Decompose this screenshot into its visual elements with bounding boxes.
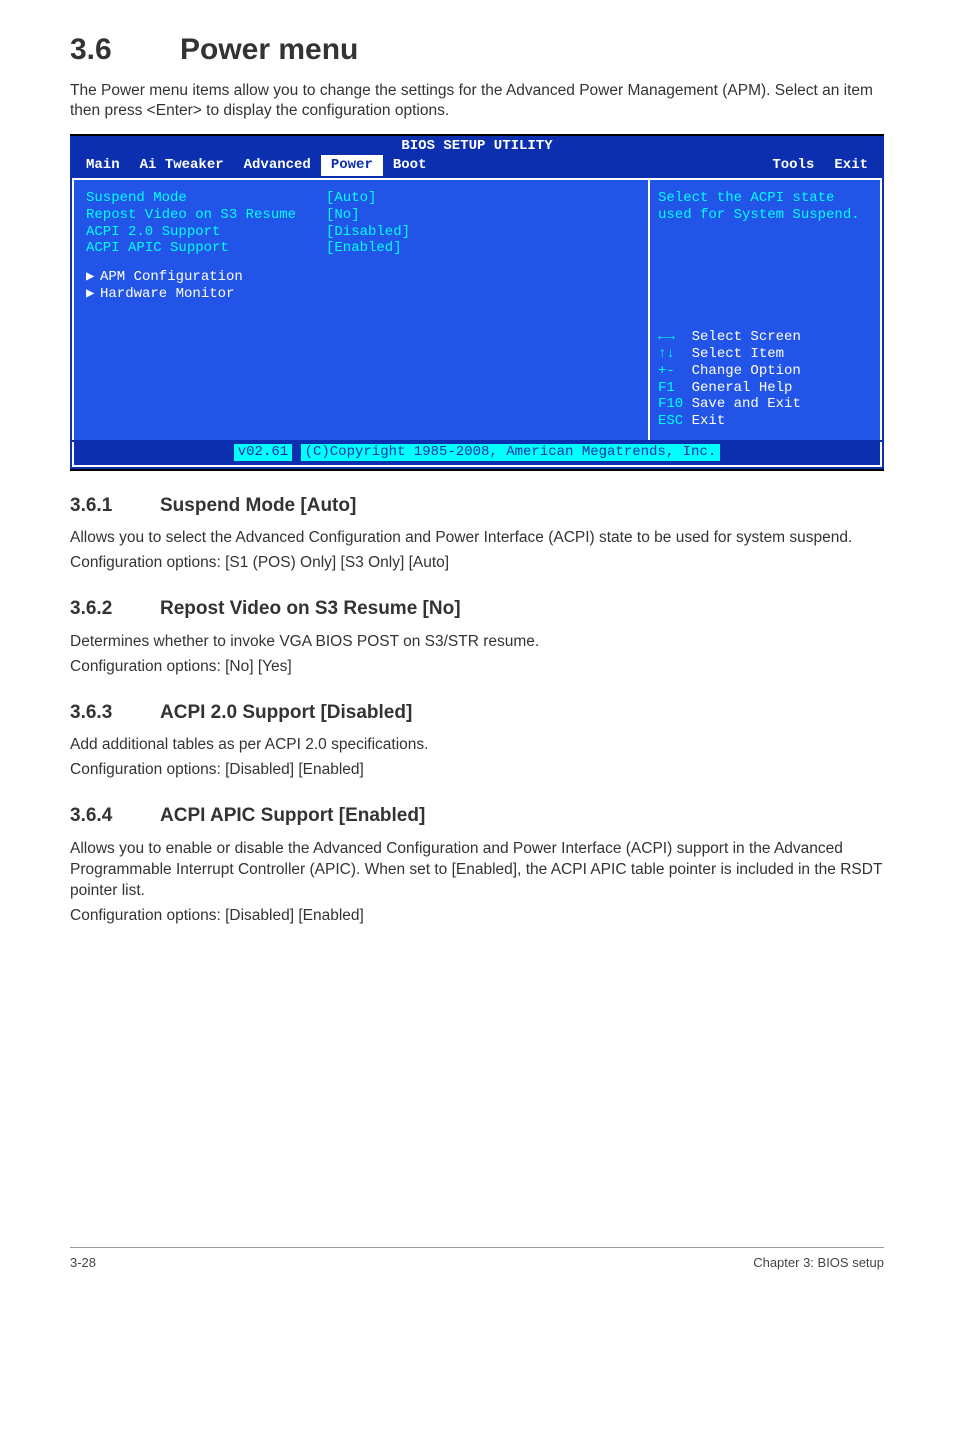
nav-label: General Help [683,380,792,396]
nav-keys: ←→ Select Screen ↑↓ Select Item +- Chang… [658,329,872,430]
nav-row: F10 Save and Exit [658,396,872,413]
subsection-heading: 3.6.2Repost Video on S3 Resume [No] [70,596,884,622]
nav-key: F1 [658,380,675,396]
nav-row: ESC Exit [658,413,872,430]
subsection-text: Determines whether to invoke VGA BIOS PO… [70,632,884,653]
menu-main[interactable]: Main [76,155,130,176]
setting-value: [No] [326,207,360,224]
nav-label: Change Option [683,363,801,379]
setting-row[interactable]: ACPI APIC Support [Enabled] [86,240,636,257]
section-number: 3.6 [70,30,180,71]
subsection-number: 3.6.3 [70,700,160,726]
setting-value: [Enabled] [326,240,402,257]
nav-label: Select Screen [692,329,801,345]
subsection-title: Repost Video on S3 Resume [No] [160,598,461,619]
bios-version: v02.61 [234,444,292,461]
bios-footer: v02.61 (C)Copyright 1985-2008, American … [72,442,882,467]
menu-power[interactable]: Power [321,155,383,176]
nav-row: +- Change Option [658,363,872,380]
nav-label: Select Item [692,346,784,362]
subsection-text: Allows you to select the Advanced Config… [70,528,884,549]
subsection-options: Configuration options: [Disabled] [Enabl… [70,760,884,781]
setting-label: Suspend Mode [86,190,326,207]
submenu-label: APM Configuration [100,269,243,286]
subsection-heading: 3.6.4ACPI APIC Support [Enabled] [70,803,884,829]
page-footer: 3-28 Chapter 3: BIOS setup [70,1247,884,1272]
subsection-heading: 3.6.3ACPI 2.0 Support [Disabled] [70,700,884,726]
section-heading: 3.6Power menu [70,30,884,71]
nav-key: +- [658,363,675,379]
submenu-label: Hardware Monitor [100,286,234,303]
setting-label: ACPI APIC Support [86,240,326,257]
chapter-label: Chapter 3: BIOS setup [753,1254,884,1272]
menu-boot[interactable]: Boot [383,155,437,176]
subsection-title: ACPI 2.0 Support [Disabled] [160,702,412,723]
setting-value: [Disabled] [326,224,410,241]
subsection-number: 3.6.1 [70,493,160,519]
section-intro: The Power menu items allow you to change… [70,81,884,123]
menu-advanced[interactable]: Advanced [234,155,321,176]
nav-key: ↑↓ [658,346,675,362]
bios-help-pane: Select the ACPI state used for System Su… [650,180,880,440]
bios-body: Suspend Mode [Auto] Repost Video on S3 R… [72,178,882,440]
setting-label: Repost Video on S3 Resume [86,207,326,224]
setting-row[interactable]: ACPI 2.0 Support [Disabled] [86,224,636,241]
submenu-row[interactable]: ▶ Hardware Monitor [86,286,636,303]
subsection-options: Configuration options: [Disabled] [Enabl… [70,906,884,927]
subsection-options: Configuration options: [No] [Yes] [70,657,884,678]
menu-tools[interactable]: Tools [762,155,824,176]
bios-screenshot: BIOS SETUP UTILITY Main Ai Tweaker Advan… [70,134,884,470]
nav-row: ↑↓ Select Item [658,346,872,363]
nav-row: F1 General Help [658,380,872,397]
nav-label: Exit [692,413,726,429]
subsection-title: ACPI APIC Support [Enabled] [160,805,425,826]
menu-ai-tweaker[interactable]: Ai Tweaker [130,155,234,176]
subsection-title: Suspend Mode [Auto] [160,495,356,516]
page-number: 3-28 [70,1254,96,1272]
bios-copyright: (C)Copyright 1985-2008, American Megatre… [301,444,721,461]
nav-row: ←→ Select Screen [658,329,872,346]
section-title-text: Power menu [180,33,358,66]
nav-key: F10 [658,396,683,412]
nav-key: ←→ [658,329,675,345]
subsection-number: 3.6.4 [70,803,160,829]
subsection-text: Add additional tables as per ACPI 2.0 sp… [70,735,884,756]
nav-key: ESC [658,413,683,429]
bios-title: BIOS SETUP UTILITY [70,136,884,155]
subsection-number: 3.6.2 [70,596,160,622]
context-help: Select the ACPI state used for System Su… [658,190,872,224]
menu-exit[interactable]: Exit [824,155,878,176]
setting-row[interactable]: Repost Video on S3 Resume [No] [86,207,636,224]
spacer [86,257,636,269]
arrow-icon: ▶ [86,269,100,286]
bios-settings-pane: Suspend Mode [Auto] Repost Video on S3 R… [74,180,650,440]
setting-label: ACPI 2.0 Support [86,224,326,241]
submenu-row[interactable]: ▶ APM Configuration [86,269,636,286]
arrow-icon: ▶ [86,286,100,303]
bios-menubar: Main Ai Tweaker Advanced Power Boot Tool… [70,155,884,176]
nav-label: Save and Exit [692,396,801,412]
subsection-options: Configuration options: [S1 (POS) Only] [… [70,553,884,574]
setting-value: [Auto] [326,190,376,207]
setting-row[interactable]: Suspend Mode [Auto] [86,190,636,207]
subsection-heading: 3.6.1Suspend Mode [Auto] [70,493,884,519]
subsection-text: Allows you to enable or disable the Adva… [70,839,884,902]
